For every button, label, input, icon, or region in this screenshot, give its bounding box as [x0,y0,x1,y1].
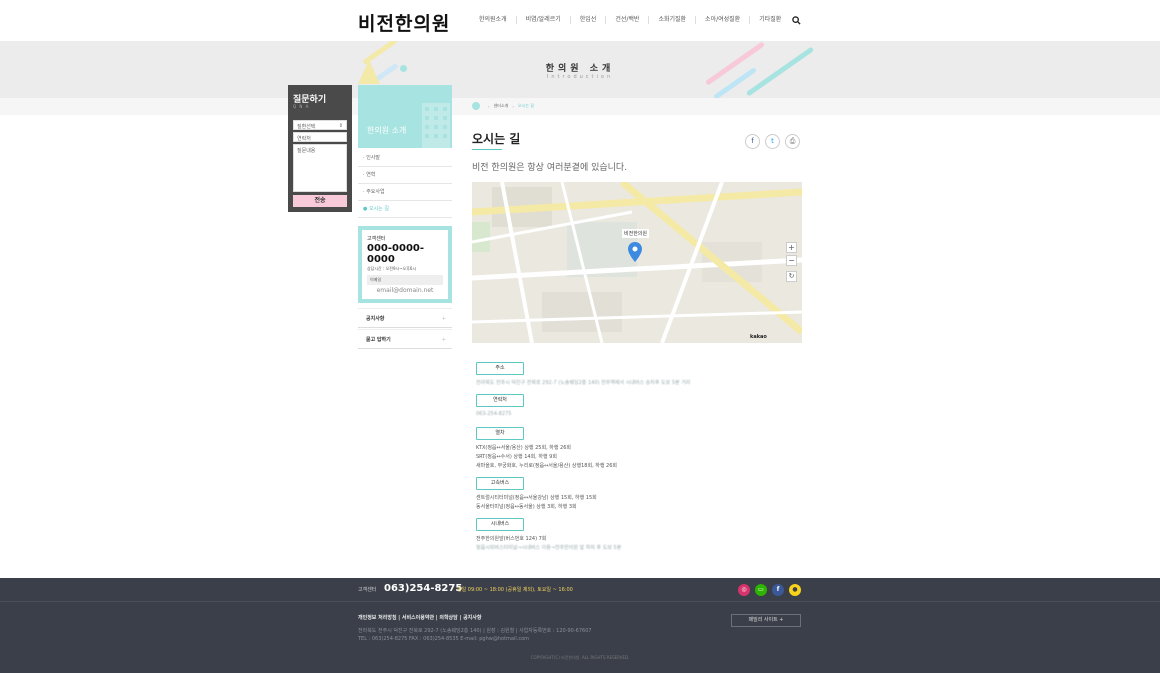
breadcrumb-current: 오시는 길 [517,103,534,108]
print-icon[interactable]: ⎙ [785,134,800,149]
footer-cs-label: 고객센터 [358,587,377,593]
breadcrumb-parent[interactable]: 센터소개 [494,103,509,109]
nav-item-digestive[interactable]: 소화기질환 [649,16,697,24]
site-logo[interactable]: 비전한의원 [358,9,450,36]
lnb-item-label: 연혁 [366,172,376,178]
footer-top-bar: 고객센터 063)254-8275 평일 09:00 ~ 18:00 (공휴일 … [0,578,1160,602]
side-link-notice[interactable]: 공지사항 + [358,308,452,328]
footer-contact: TEL : 063)254-8275 FAX : 063)254-8535 E-… [358,636,530,642]
plus-icon: + [441,316,446,322]
lnb-item-label: 주요사업 [366,189,385,195]
lnb-item-greeting[interactable]: · 인사말 [358,150,452,167]
talk-icon[interactable]: ▭ [755,584,767,596]
breadcrumb-separator: › [512,103,514,109]
customer-center-inner: 고객센터 000-0000-0000 상담시간 : 오전9시~오후6시 이메일 … [362,230,448,299]
page-title: 오시는 길 [472,132,521,146]
footer-phone: 063)254-8275 [384,583,463,594]
visual-title: 한의원 소개 [545,64,615,74]
title-underline [472,149,502,150]
nav-item-hanipseon[interactable]: 한입선 [571,16,607,24]
address-text: 전라북도 전주시 덕진구 전북로 292-7 (노송웨딩2층 140) 전주역에… [476,380,691,386]
twitter-share-icon[interactable]: t [765,134,780,149]
lnb-title: 한의원 소개 [367,126,407,135]
building-icon [422,103,450,148]
phone-tag: 연락처 [476,394,524,407]
page-lead: 비전 한의원은 항상 여러분곁에 있습니다. [472,163,628,173]
kakao-icon[interactable]: ● [789,584,801,596]
nav-item-rhinitis[interactable]: 비염/알레르기 [517,16,571,24]
qna-question-field[interactable]: 질문내용 [293,144,347,192]
cs-mail[interactable]: email@domain.net [367,287,443,294]
lnb-item-label: 인사말 [366,155,380,161]
breadcrumb-separator: › [488,103,490,109]
facebook-icon[interactable]: f [772,584,784,596]
instagram-icon[interactable]: ◎ [738,584,750,596]
nav-item-clinic[interactable]: 한의원소개 [470,16,517,24]
train-line: 새마을호, 무궁화호, 누리로(정읍↔서울/용산) 상행18회, 하행 26회 [476,463,618,469]
visual-subtitle: Introduction [546,74,614,80]
lnb-item-location[interactable]: ● 오시는 길 [358,201,452,218]
zoom-in-icon[interactable]: + [786,242,797,253]
city-bus-line: 전주한의원앞(버스번호 124) 7회 [476,536,547,542]
footer-copyright: COPYRIGHT(C) 비전한의원. ALL RIGHTS RESERVED. [530,655,630,660]
decor-triangle [358,60,380,84]
qna-disease-select[interactable]: 질환선택 ⇕ [293,120,347,130]
lnb-menu: · 인사말 · 연혁 · 주요사업 ● 오시는 길 [358,150,452,218]
facebook-share-icon[interactable]: f [745,134,760,149]
nav-item-etc[interactable]: 기타질환 [750,16,790,24]
train-line: SRT(정읍↔수서) 상행 14회, 하행 9회 [476,454,557,460]
qna-widget: 질문하기 Q N A 질환선택 ⇕ 연락처 질문내용 전송 [288,85,352,212]
lnb-item-business[interactable]: · 주요사업 [358,184,452,201]
express-bus-tag: 고속버스 [476,477,524,490]
map-marker-label: 비전한의원 [622,229,650,238]
zoom-out-icon[interactable]: − [786,255,797,266]
plus-icon: + [441,337,446,343]
train-tag: 열차 [476,427,524,440]
visual-band [0,98,1160,115]
side-link-qna[interactable]: 묻고 답하기 + [358,329,452,349]
phone-text: 063-254-8275 [476,411,512,417]
side-link-label: 공지사항 [366,316,385,322]
family-site-button[interactable]: 패밀리 사이트 + [731,614,801,627]
cs-hours: 상담시간 : 오전9시~오후6시 [367,266,417,271]
city-bus-tag: 시내버스 [476,518,524,531]
footer-policy-links[interactable]: 개인정보 처리방침 | 서비스이용약관 | 의학상담 | 공지사항 [358,614,481,621]
home-icon[interactable] [472,102,480,110]
breadcrumb: › 센터소개 › 오시는 길 [472,102,534,110]
location-map[interactable]: 비전한의원 + − ↻ kakao [472,182,802,343]
nav-item-psoriasis[interactable]: 건선/백반 [606,16,650,24]
qna-submit-button[interactable]: 전송 [293,195,347,207]
map-canvas [472,182,802,343]
search-icon[interactable] [792,16,801,25]
city-bus-line: 정읍시외버스터미널→시내버스 이용→전주한의원 앞 하차 후 도보 5분 [476,545,622,551]
sub-visual: 한의원 소개 Introduction [0,41,1160,98]
nav-item-child-women[interactable]: 소아/여성질환 [696,16,751,24]
qna-contact-field[interactable]: 연락처 [293,132,347,142]
train-line: KTX(정읍↔서울/용산) 상행 25회, 하행 26회 [476,445,572,451]
express-bus-line: 센트럴시티터미널(정읍↔서울강남) 상행 15회, 하행 15회 [476,495,597,501]
footer-hours: 평일 09:00 ~ 18:00 (공휴일 제외), 토요일 ~ 16:00 [457,587,573,593]
lnb-item-label: 오시는 길 [368,206,389,212]
map-provider-logo: kakao [750,334,767,340]
qna-select-value: 질환선택 [297,124,316,130]
cs-label: 고객센터 [367,236,386,242]
global-nav: 한의원소개 비염/알레르기 한입선 건선/백반 소화기질환 소아/여성질환 기타… [470,16,790,24]
lnb-item-history[interactable]: · 연혁 [358,167,452,184]
footer-address: 전라북도 전주시 덕진구 전북로 292-7 (노송웨딩2층 140) | 원장… [358,628,592,634]
map-marker-icon[interactable] [628,242,642,262]
site-header: 비전한의원 한의원소개 비염/알레르기 한입선 건선/백반 소화기질환 소아/여… [0,0,1160,41]
site-footer: 고객센터 063)254-8275 평일 09:00 ~ 18:00 (공휴일 … [0,578,1160,673]
express-bus-line: 동서울터미널(정읍↔동서울) 상행 3회, 하행 3회 [476,504,577,510]
lnb-header: 한의원 소개 [358,85,452,148]
address-tag: 주소 [476,362,524,375]
select-arrows-icon: ⇕ [338,123,343,129]
qna-subtitle: Q N A [293,104,310,109]
customer-center-box: 고객센터 000-0000-0000 상담시간 : 오전9시~오후6시 이메일 … [358,226,452,303]
cs-phone: 000-0000-0000 [367,243,425,265]
cs-mail-label: 이메일 [367,275,443,285]
side-link-label: 묻고 답하기 [366,337,391,343]
refresh-icon[interactable]: ↻ [786,271,797,282]
